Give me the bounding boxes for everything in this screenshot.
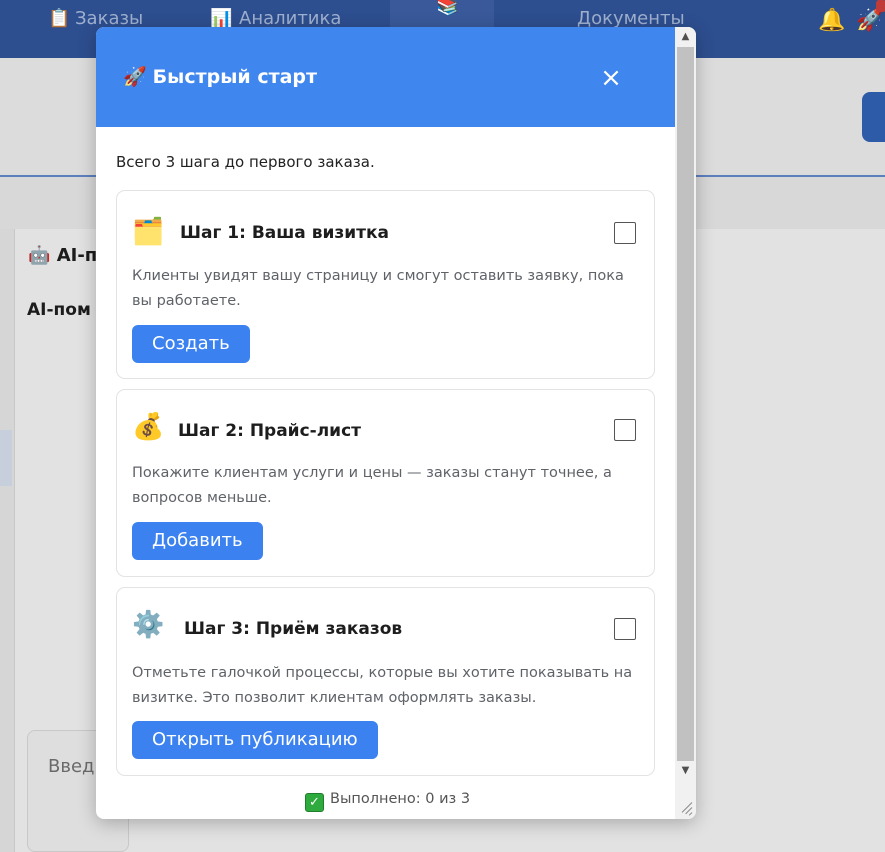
modal-scrollbar[interactable]: ▲ ▼ (675, 27, 696, 819)
clipboard-icon: 📋 (48, 8, 71, 29)
notification-badge (876, 0, 885, 12)
background-sidebar (0, 229, 15, 852)
scroll-down-arrow-icon[interactable]: ▼ (675, 761, 696, 781)
bell-icon[interactable]: 🔔 (818, 8, 845, 33)
intro-text: Всего 3 шага до первого заказа. (116, 153, 375, 171)
gear-icon: ⚙️ (132, 610, 165, 640)
nav-orders[interactable]: Заказы (75, 8, 143, 29)
check-mark-icon: ✓ (305, 793, 324, 812)
modal-header: 🚀 Быстрый старт × (96, 27, 675, 127)
step-card-3: ⚙️ Шаг 3: Приём заказов Отметьте галочко… (116, 587, 655, 776)
step-description: Клиенты увидят вашу страницу и смогут ос… (132, 268, 624, 309)
step-description: Покажите клиентам услуги и цены — заказы… (132, 465, 612, 506)
scroll-up-arrow-icon[interactable]: ▲ (675, 27, 696, 47)
step-card-1: 🗂️ Шаг 1: Ваша визитка Клиенты увидят ва… (116, 190, 655, 379)
ai-panel-title: 🤖 AI-п (28, 245, 98, 266)
resize-grip-icon[interactable] (676, 799, 694, 817)
nav-analytics[interactable]: Аналитика (239, 8, 341, 29)
books-icon: 📚 (436, 0, 459, 17)
message-input-placeholder: Введ (48, 756, 95, 777)
close-button[interactable]: × (596, 63, 626, 93)
add-price-list-button[interactable]: Добавить (132, 522, 263, 560)
step-title: Шаг 3: Приём заказов (184, 619, 403, 639)
step-description: Отметьте галочкой процессы, которые вы х… (132, 665, 633, 706)
background-sidebar-selected (0, 430, 12, 486)
step-checkbox[interactable] (614, 419, 636, 441)
robot-icon: 🤖 (28, 245, 51, 266)
open-publication-button[interactable]: Открыть публикацию (132, 721, 378, 759)
nav-documents[interactable]: Документы (577, 8, 685, 29)
quick-start-modal: 🚀 Быстрый старт × Всего 3 шага до первого… (96, 27, 696, 819)
business-card-icon: 🗂️ (132, 217, 165, 247)
modal-title: 🚀 Быстрый старт (123, 66, 318, 88)
step-title: Шаг 1: Ваша визитка (180, 223, 390, 243)
ai-panel-subtitle: AI-пом (27, 300, 91, 320)
step-card-2: 💰 Шаг 2: Прайс-лист Покажите клиентам ус… (116, 389, 655, 577)
step-checkbox[interactable] (614, 222, 636, 244)
rocket-icon: 🚀 (123, 66, 147, 88)
scrollbar-thumb[interactable] (677, 47, 694, 761)
progress-status: ✓ Выполнено: 0 из 3 (305, 791, 470, 812)
step-checkbox[interactable] (614, 618, 636, 640)
create-card-button[interactable]: Создать (132, 325, 250, 363)
chart-icon: 📊 (210, 8, 233, 29)
step-title: Шаг 2: Прайс-лист (178, 421, 362, 441)
background-action-button[interactable] (862, 92, 885, 142)
money-bag-icon: 💰 (132, 412, 165, 442)
